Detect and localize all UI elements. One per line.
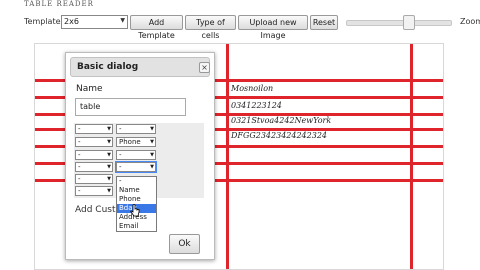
chevron-down-icon: ▼	[150, 152, 154, 158]
hand-cursor-icon	[130, 204, 140, 217]
template-select-value: 2x6	[64, 17, 79, 26]
cell-type-select[interactable]: - ▼	[75, 137, 113, 147]
dropdown-option[interactable]: Name	[117, 186, 156, 195]
dropdown-option[interactable]: -	[117, 177, 156, 186]
cell-text: 0341223124	[231, 101, 282, 110]
chevron-down-icon: ▼	[107, 188, 111, 194]
zoom-label: Zoom	[460, 17, 480, 26]
chevron-down-icon: ▼	[107, 139, 111, 145]
name-input[interactable]: table	[75, 98, 186, 116]
cell-type-select[interactable]: - ▼	[75, 150, 113, 160]
cell-type-select[interactable]: - ▼	[75, 186, 113, 196]
dropdown-option[interactable]: Email	[117, 222, 156, 231]
zoom-slider[interactable]	[346, 20, 452, 26]
ok-button[interactable]: Ok	[169, 234, 200, 254]
upload-image-button[interactable]: Upload new Image	[238, 15, 308, 40]
type-of-cells-button[interactable]: Type of cells	[185, 15, 236, 40]
chevron-down-icon: ▼	[107, 164, 111, 170]
cell-type-select[interactable]: - ▼	[75, 162, 113, 172]
add-template-button[interactable]: Add Template	[130, 15, 183, 40]
grid-line	[410, 44, 413, 269]
cell-type-select[interactable]: - ▼	[116, 124, 156, 134]
cell-text: DFGG23423424242324	[231, 131, 328, 140]
cell-type-select[interactable]: - ▼	[75, 174, 113, 184]
dialog-title: Basic dialog	[77, 62, 139, 72]
basic-dialog: Basic dialog × Name table - ▼ - ▼ - ▼ Phone…	[65, 52, 215, 260]
cell-type-select[interactable]: Phone ▼	[116, 137, 156, 147]
app-title: TABLE READER	[24, 0, 94, 8]
name-label: Name	[76, 84, 103, 94]
reset-button[interactable]: Reset	[310, 15, 338, 30]
dialog-title-bar[interactable]: Basic dialog ×	[70, 57, 210, 77]
cell-type-select[interactable]: - ▼	[75, 124, 113, 134]
chevron-down-icon: ▼	[120, 17, 125, 24]
template-select[interactable]: 2x6 ▼	[61, 15, 128, 29]
grid-line	[226, 44, 229, 269]
dropdown-option[interactable]: Phone	[117, 195, 156, 204]
cell-text: Mosnoilon	[231, 84, 274, 93]
chevron-down-icon: ▼	[107, 126, 111, 132]
cell-type-select-open[interactable]: - ▼	[115, 161, 157, 173]
chevron-down-icon: ▼	[107, 176, 111, 182]
close-icon[interactable]: ×	[199, 62, 210, 73]
zoom-slider-handle[interactable]	[403, 15, 415, 30]
chevron-down-icon: ▼	[150, 139, 154, 145]
chevron-down-icon: ▼	[150, 164, 154, 170]
cell-text: 0321Stvoa4242NewYork	[231, 116, 332, 125]
chevron-down-icon: ▼	[107, 152, 111, 158]
chevron-down-icon: ▼	[150, 126, 154, 132]
cell-type-select[interactable]: - ▼	[116, 150, 156, 160]
